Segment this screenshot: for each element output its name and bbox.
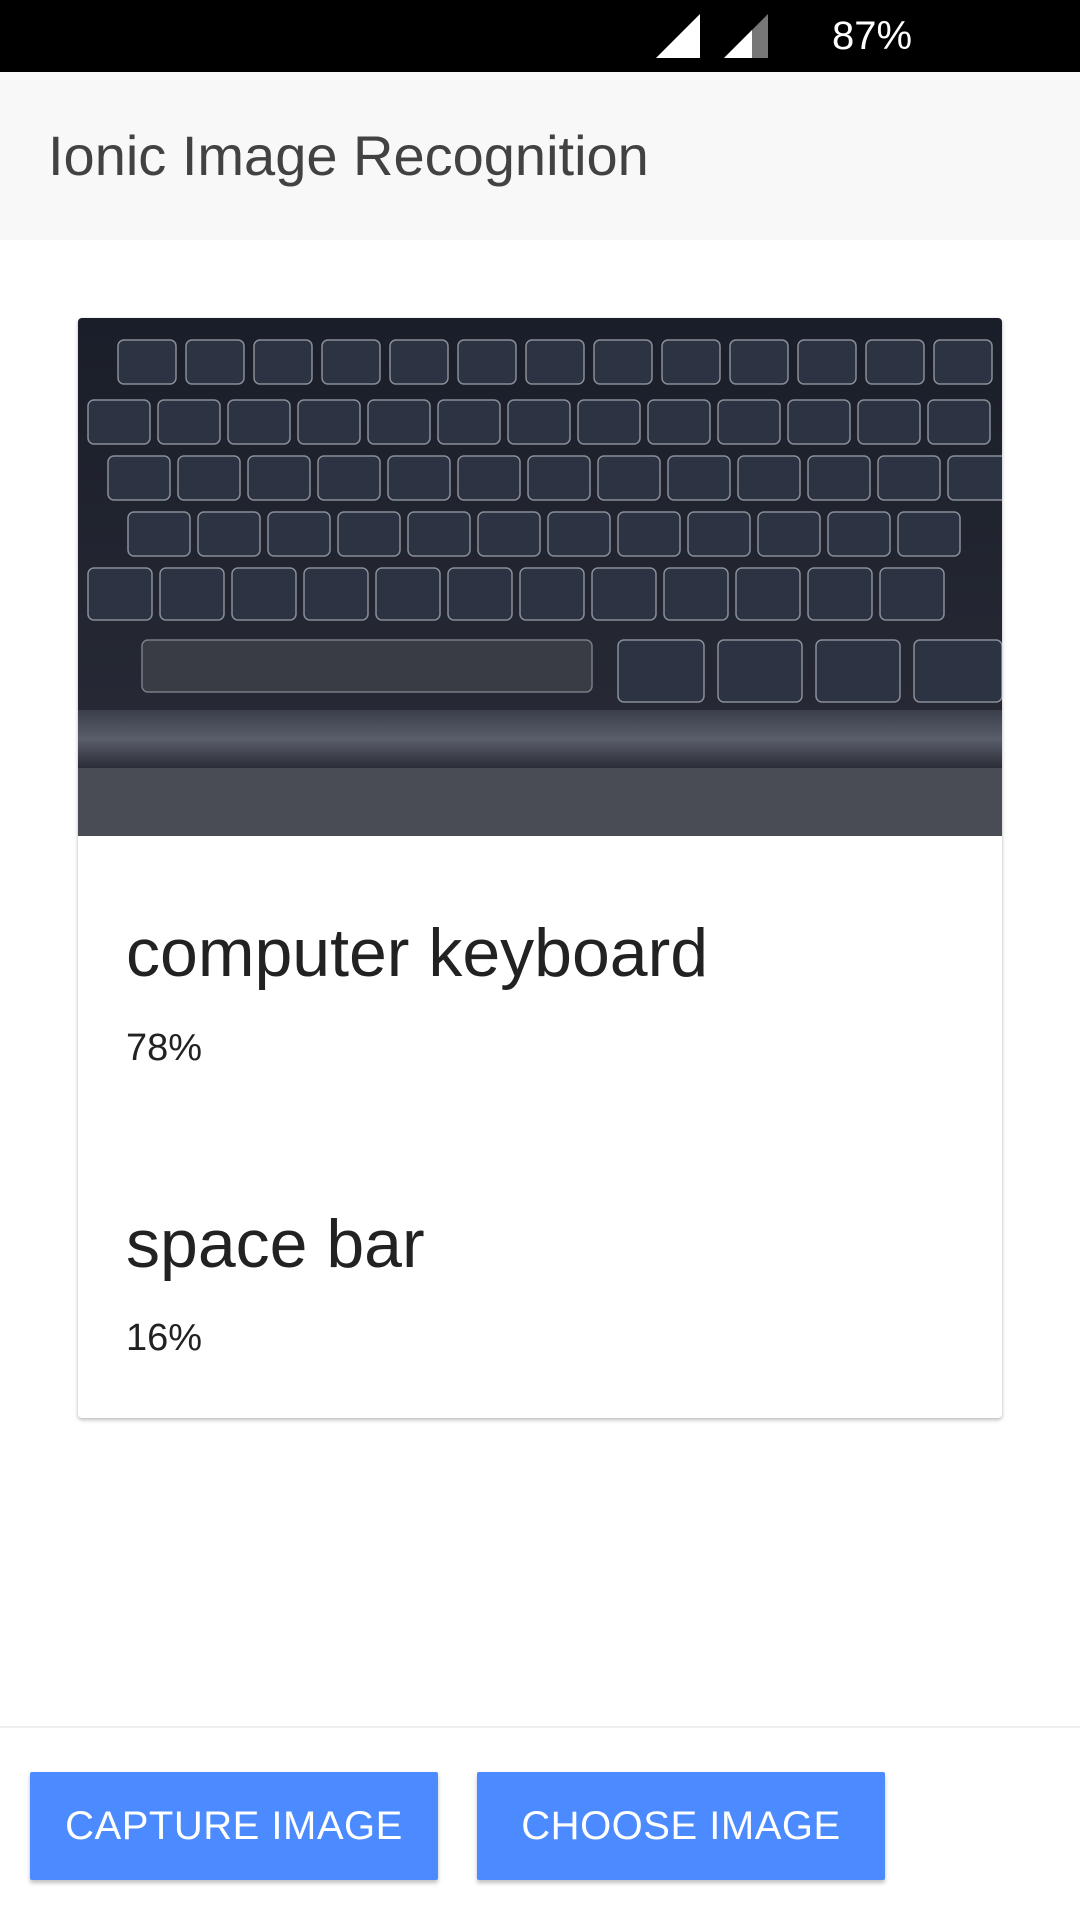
status-bar: 87% [0, 0, 1080, 72]
choose-image-button[interactable]: CHOOSE IMAGE [477, 1772, 885, 1880]
main-content[interactable]: computer keyboard 78% space bar 16% [0, 240, 1080, 1726]
signal-icon [724, 14, 768, 58]
recognition-card: computer keyboard 78% space bar 16% [78, 318, 1002, 1418]
result-label: space bar [126, 1206, 425, 1282]
app-toolbar: Ionic Image Recognition [0, 72, 1080, 241]
keyboard-photo [78, 318, 1002, 836]
capture-image-button[interactable]: CAPTURE IMAGE [30, 1772, 438, 1880]
result-score: 16% [126, 1317, 203, 1359]
page-title: Ionic Image Recognition [48, 124, 649, 187]
signal-icon [656, 14, 700, 58]
footer-toolbar: CAPTURE IMAGE CHOOSE IMAGE [0, 1726, 1080, 1922]
battery-percentage: 87% [832, 14, 913, 58]
result-label: computer keyboard [126, 915, 709, 991]
result-score: 78% [126, 1027, 203, 1069]
